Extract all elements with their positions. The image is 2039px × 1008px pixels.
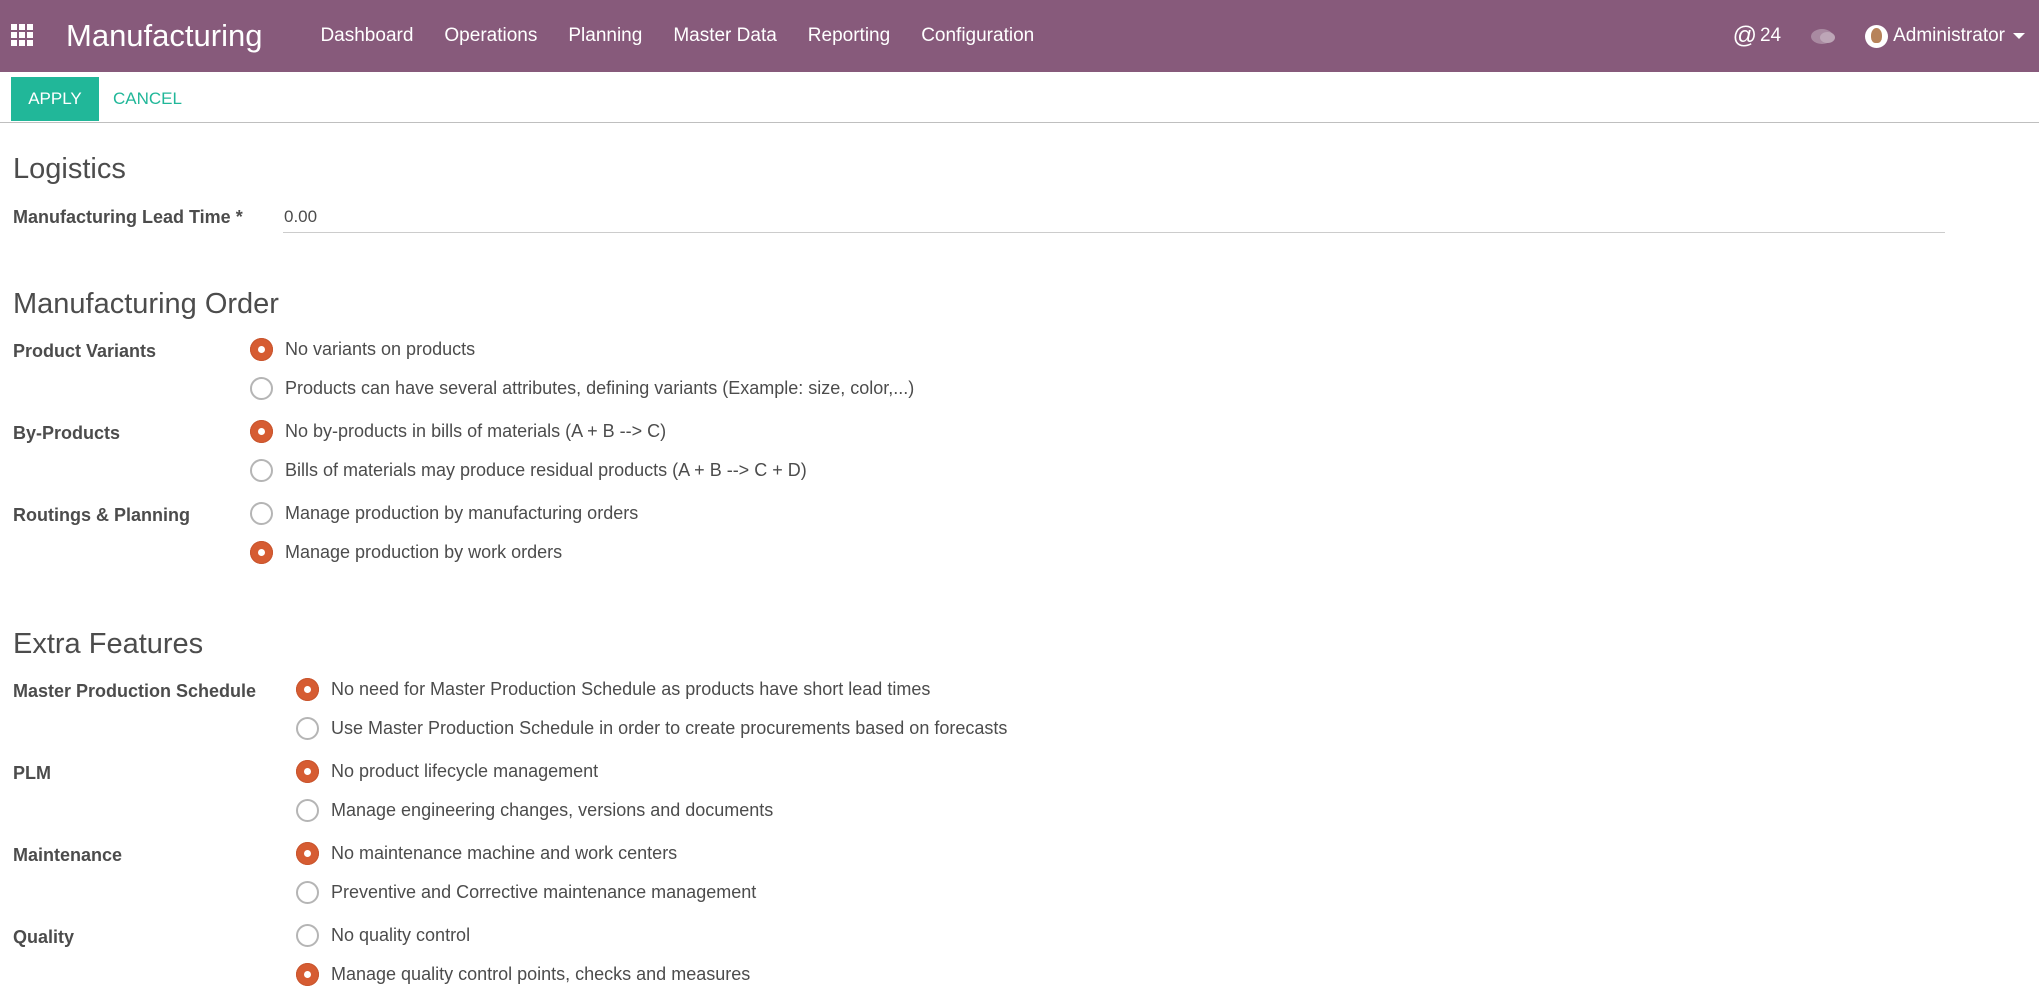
radio-checked-icon[interactable]: [250, 338, 273, 361]
radio-no-maintenance[interactable]: No maintenance machine and work centers: [296, 842, 677, 865]
menu-reporting[interactable]: Reporting: [808, 25, 890, 47]
menu-configuration[interactable]: Configuration: [921, 25, 1034, 47]
field-label-by-products: By-Products: [13, 423, 121, 443]
radio-checked-icon[interactable]: [296, 963, 319, 986]
user-menu[interactable]: Administrator: [1865, 24, 2025, 48]
radio-manufacturing-orders[interactable]: Manage production by manufacturing order…: [250, 502, 638, 525]
field-label-mps: Master Production Schedule: [13, 681, 257, 701]
avatar: [1865, 24, 1889, 48]
radio-unchecked-icon[interactable]: [250, 459, 273, 482]
lead-time-input[interactable]: [283, 202, 1945, 233]
menu-operations[interactable]: Operations: [444, 25, 537, 47]
radio-checked-icon[interactable]: [296, 760, 319, 783]
field-label-routings: Routings & Planning: [13, 505, 190, 525]
caret-down-icon: [2013, 33, 2025, 39]
radio-checked-icon[interactable]: [296, 842, 319, 865]
field-label-lead-time: Manufacturing Lead Time *: [13, 207, 243, 227]
radio-unchecked-icon[interactable]: [250, 502, 273, 525]
section-title-extra-features: Extra Features: [13, 628, 204, 660]
cancel-button[interactable]: CANCEL: [113, 77, 182, 121]
radio-residual-products[interactable]: Bills of materials may produce residual …: [250, 459, 807, 482]
field-label-plm: PLM: [13, 763, 51, 783]
radio-unchecked-icon[interactable]: [296, 799, 319, 822]
radio-maintenance-management[interactable]: Preventive and Corrective maintenance ma…: [296, 881, 756, 904]
field-label-quality: Quality: [13, 927, 75, 947]
radio-checked-icon[interactable]: [296, 678, 319, 701]
menu-planning[interactable]: Planning: [568, 25, 642, 47]
control-panel: APPLY CANCEL: [0, 72, 2039, 123]
radio-unchecked-icon[interactable]: [296, 924, 319, 947]
menu-dashboard[interactable]: Dashboard: [320, 25, 413, 47]
radio-no-plm[interactable]: No product lifecycle management: [296, 760, 598, 783]
radio-quality-control[interactable]: Manage quality control points, checks an…: [296, 963, 750, 986]
app-title: Manufacturing: [66, 18, 263, 53]
radio-no-quality[interactable]: No quality control: [296, 924, 470, 947]
radio-use-mps[interactable]: Use Master Production Schedule in order …: [296, 717, 1007, 740]
radio-no-mps[interactable]: No need for Master Production Schedule a…: [296, 678, 930, 701]
radio-engineering-changes[interactable]: Manage engineering changes, versions and…: [296, 799, 773, 822]
section-title-manufacturing-order: Manufacturing Order: [13, 288, 279, 320]
notifications-button[interactable]: @ 24: [1733, 22, 1782, 50]
field-label-product-variants: Product Variants: [13, 341, 157, 361]
user-name: Administrator: [1893, 25, 2005, 46]
section-title-logistics: Logistics: [13, 153, 126, 185]
radio-no-by-products[interactable]: No by-products in bills of materials (A …: [250, 420, 666, 443]
menu-master-data[interactable]: Master Data: [673, 25, 776, 47]
radio-product-variants[interactable]: Products can have several attributes, de…: [250, 377, 914, 400]
radio-unchecked-icon[interactable]: [296, 717, 319, 740]
systray: @ 24 Administrator: [1733, 0, 2025, 72]
radio-checked-icon[interactable]: [250, 541, 273, 564]
radio-unchecked-icon[interactable]: [296, 881, 319, 904]
main-navbar: Manufacturing Dashboard Operations Plann…: [0, 0, 2039, 72]
apply-button[interactable]: APPLY: [11, 77, 99, 121]
notification-count: 24: [1759, 25, 1782, 46]
at-icon: @: [1732, 22, 1757, 49]
radio-no-variants[interactable]: No variants on products: [250, 338, 475, 361]
radio-checked-icon[interactable]: [250, 420, 273, 443]
chat-icon[interactable]: [1811, 28, 1836, 44]
radio-work-orders[interactable]: Manage production by work orders: [250, 541, 562, 564]
apps-grid-icon[interactable]: [11, 24, 35, 48]
field-label-maintenance: Maintenance: [13, 845, 123, 865]
main-menu: Dashboard Operations Planning Master Dat…: [320, 25, 1065, 47]
radio-unchecked-icon[interactable]: [250, 377, 273, 400]
